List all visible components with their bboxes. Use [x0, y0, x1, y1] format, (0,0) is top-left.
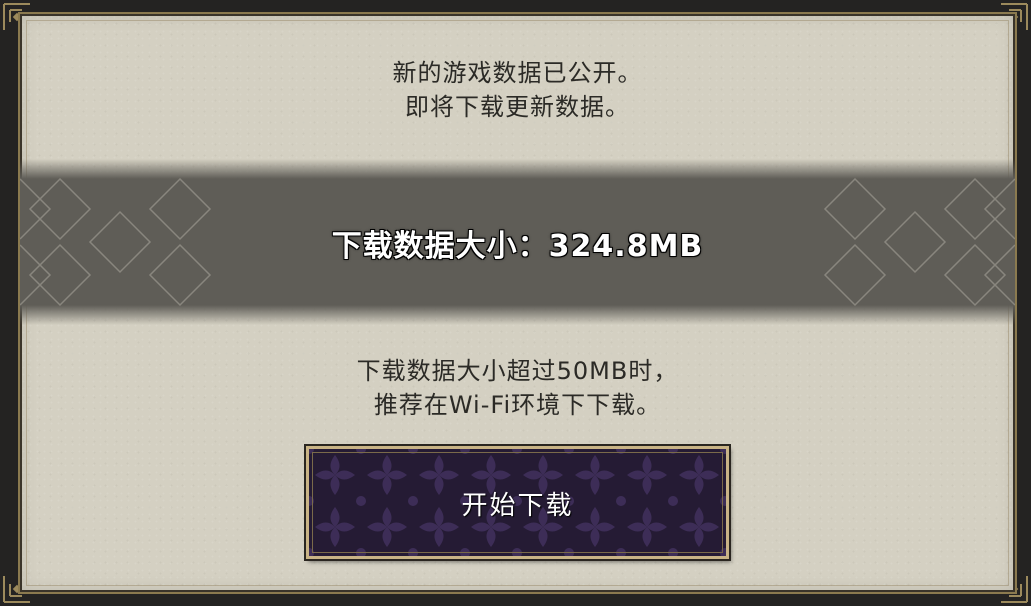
download-size-label: 下载数据大小：324.8MB: [331, 229, 704, 264]
update-notice-line-2: 即将下载更新数据。: [405, 93, 630, 121]
wifi-recommendation-line-1: 下载数据大小超过50MB时，: [356, 357, 679, 385]
update-notice: 新的游戏数据已公开。 即将下载更新数据。: [20, 56, 1015, 124]
start-download-button[interactable]: 开始下载: [306, 446, 729, 559]
wifi-recommendation: 下载数据大小超过50MB时， 推荐在Wi-Fi环境下下载。: [20, 354, 1015, 422]
dialog-frame: 新的游戏数据已公开。 即将下载更新数据。 下载数据大小：324.8MB 下载数据…: [0, 0, 1031, 606]
download-size-banner: 下载数据大小：324.8MB: [20, 159, 1015, 325]
dialog-panel: 新的游戏数据已公开。 即将下载更新数据。 下载数据大小：324.8MB 下载数据…: [18, 12, 1017, 594]
start-download-label: 开始下载: [461, 491, 574, 521]
wifi-recommendation-line-2: 推荐在Wi-Fi环境下下载。: [373, 391, 662, 419]
update-notice-line-1: 新的游戏数据已公开。: [392, 59, 643, 87]
